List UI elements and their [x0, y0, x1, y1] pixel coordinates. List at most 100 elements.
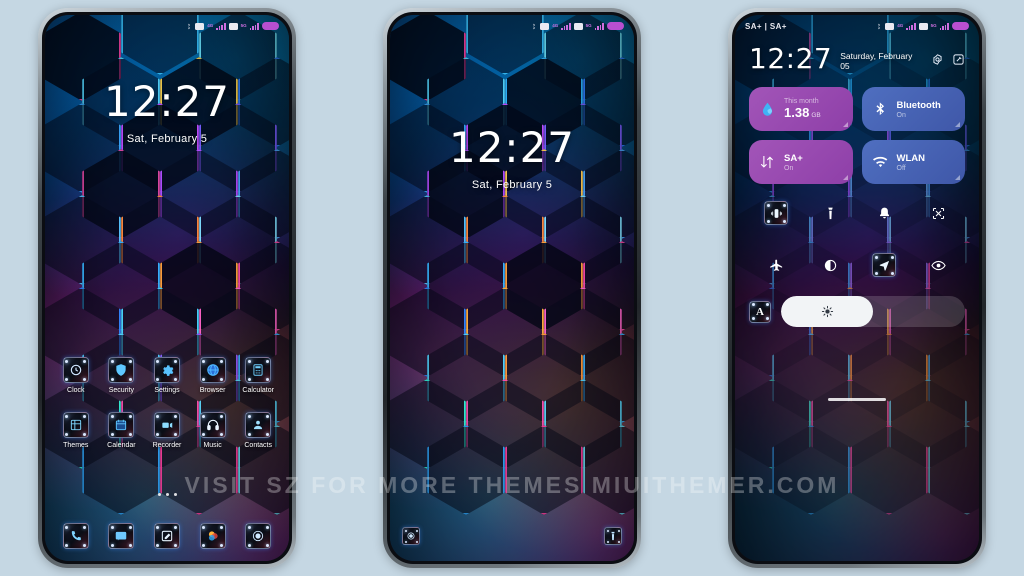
app-calculator[interactable]: Calculator [235, 357, 281, 394]
clock-time: 12:27 [448, 123, 576, 172]
phone-control-center: SA+ | SA+ 4G 5G 12:27 Saturday, February… [728, 8, 986, 568]
camera-lens-icon[interactable] [402, 527, 420, 545]
home-indicator [828, 398, 886, 401]
location-arrow-icon [872, 253, 896, 277]
status-bar-icons: 4G 5G [185, 22, 279, 31]
toggle-airplane-mode[interactable] [769, 252, 784, 278]
page-indicator[interactable] [45, 493, 289, 496]
gear-icon[interactable] [931, 53, 944, 71]
tile-expand-indicator [955, 175, 960, 180]
sim1-icon [195, 22, 205, 30]
phone-handset-icon[interactable] [62, 523, 89, 549]
tile-text: WLAN Off [897, 153, 926, 172]
vibrate-icon [764, 201, 788, 225]
lock-screen-shortcuts [402, 527, 622, 545]
app-label: Recorder [152, 442, 182, 449]
battery-icon [262, 22, 279, 30]
tile-state: On [896, 111, 906, 119]
wallpaper-vignette [390, 15, 634, 561]
phone-screen: 4G 5G 12:27 Sat, February 5 [390, 15, 634, 561]
tile-wlan[interactable]: WLAN Off [861, 140, 965, 184]
page-dot [165, 493, 169, 496]
network-5g-label: 5G [585, 22, 592, 28]
tile-unit: GB [811, 112, 821, 119]
phone-screen: SA+ | SA+ 4G 5G 12:27 Saturday, February… [735, 15, 979, 561]
eye-icon [930, 260, 946, 270]
tile-data-usage[interactable]: This month 1.38 GB [749, 87, 853, 131]
tile-value: 1.38 GB [784, 105, 821, 120]
edit-pencil-icon[interactable] [952, 53, 965, 71]
app-browser[interactable]: Browser [190, 357, 236, 394]
quick-setting-tiles: This month 1.38 GB Bluetooth On SA+ On W… [749, 87, 965, 184]
sim2-icon [228, 22, 238, 30]
screenshot-scissors-icon [932, 207, 944, 219]
messages-icon[interactable] [108, 523, 135, 549]
notification-shade: 12:27 Saturday, February 05 This month 1… [735, 15, 979, 561]
themes-icon [62, 412, 89, 438]
app-label: Contacts [244, 442, 272, 449]
calculator-icon [245, 357, 272, 383]
app-calendar[interactable]: Calendar [99, 412, 145, 449]
status-bar: 4G 5G [45, 15, 289, 37]
notes-pencil-icon[interactable] [153, 523, 180, 549]
dock [53, 523, 281, 549]
app-label: Calendar [107, 442, 136, 449]
shade-header-actions [931, 53, 965, 73]
phone-bezel: 4G 5G 12:27 Sat, February 5 [42, 12, 292, 564]
sun-icon [821, 305, 833, 318]
recorder-icon [153, 412, 180, 438]
brightness-row: A [749, 296, 965, 327]
gear-icon [153, 357, 180, 383]
app-music[interactable]: Music [190, 412, 236, 449]
signal-icon-1 [561, 22, 571, 30]
clock-date: Sat, February 5 [126, 133, 208, 145]
auto-brightness-icon[interactable]: A [749, 300, 771, 323]
toggle-reading-mode[interactable] [930, 252, 946, 278]
tile-title: Bluetooth [896, 99, 941, 111]
bluetooth-icon [530, 22, 537, 31]
toggle-vibrate[interactable] [764, 200, 788, 226]
app-grid: Clock Security Settings Browser Calculat… [53, 357, 281, 449]
toggle-location[interactable] [872, 252, 896, 278]
page-dot [173, 493, 177, 496]
tile-title: SA+ [784, 152, 803, 164]
app-label: Themes [63, 442, 89, 449]
contrast-circle-icon [824, 259, 836, 271]
bluetooth-icon [185, 22, 192, 31]
tile-subtitle: This month [784, 98, 819, 105]
app-themes[interactable]: Themes [53, 412, 99, 449]
sim1-icon [540, 22, 550, 30]
network-4g-label: 4G [552, 22, 559, 28]
clock-date: Sat, February 5 [471, 179, 553, 191]
flashlight-icon [827, 207, 833, 219]
tile-text: Bluetooth On [897, 100, 941, 119]
brightness-slider[interactable] [781, 296, 965, 327]
app-security[interactable]: Security [99, 357, 145, 394]
signal-icon-2 [249, 22, 259, 30]
toggle-flashlight[interactable] [823, 200, 838, 226]
flashlight-icon[interactable] [604, 527, 622, 545]
tile-mobile-data[interactable]: SA+ On [749, 140, 853, 184]
app-clock[interactable]: Clock [53, 357, 99, 394]
gallery-icon[interactable] [199, 523, 226, 549]
app-recorder[interactable]: Recorder [144, 412, 190, 449]
toggle-ring[interactable] [877, 200, 892, 226]
phone-screen: 4G 5G 12:27 Sat, February 5 [45, 15, 289, 561]
toggle-dark-mode[interactable] [823, 252, 838, 278]
signal-icon-1 [216, 22, 226, 30]
toggle-screenshot[interactable] [931, 200, 946, 226]
tile-state: On [784, 164, 794, 172]
clock-time: 12:27 [103, 77, 231, 126]
home-clock-widget: 12:27 Sat, February 5 [45, 77, 289, 146]
quick-toggle-row [749, 200, 965, 278]
sim2-icon [573, 22, 583, 30]
tile-bluetooth[interactable]: Bluetooth On [861, 87, 965, 131]
app-contacts[interactable]: Contacts [235, 412, 281, 449]
shade-header: 12:27 Saturday, February 05 [749, 45, 965, 73]
data-drop-icon [759, 101, 776, 118]
app-settings[interactable]: Settings [144, 357, 190, 394]
network-4g-label: 4G [207, 22, 214, 28]
tile-text: This month 1.38 GB [784, 98, 821, 120]
camera-lens-icon[interactable] [245, 523, 272, 549]
airplane-icon [769, 259, 782, 271]
